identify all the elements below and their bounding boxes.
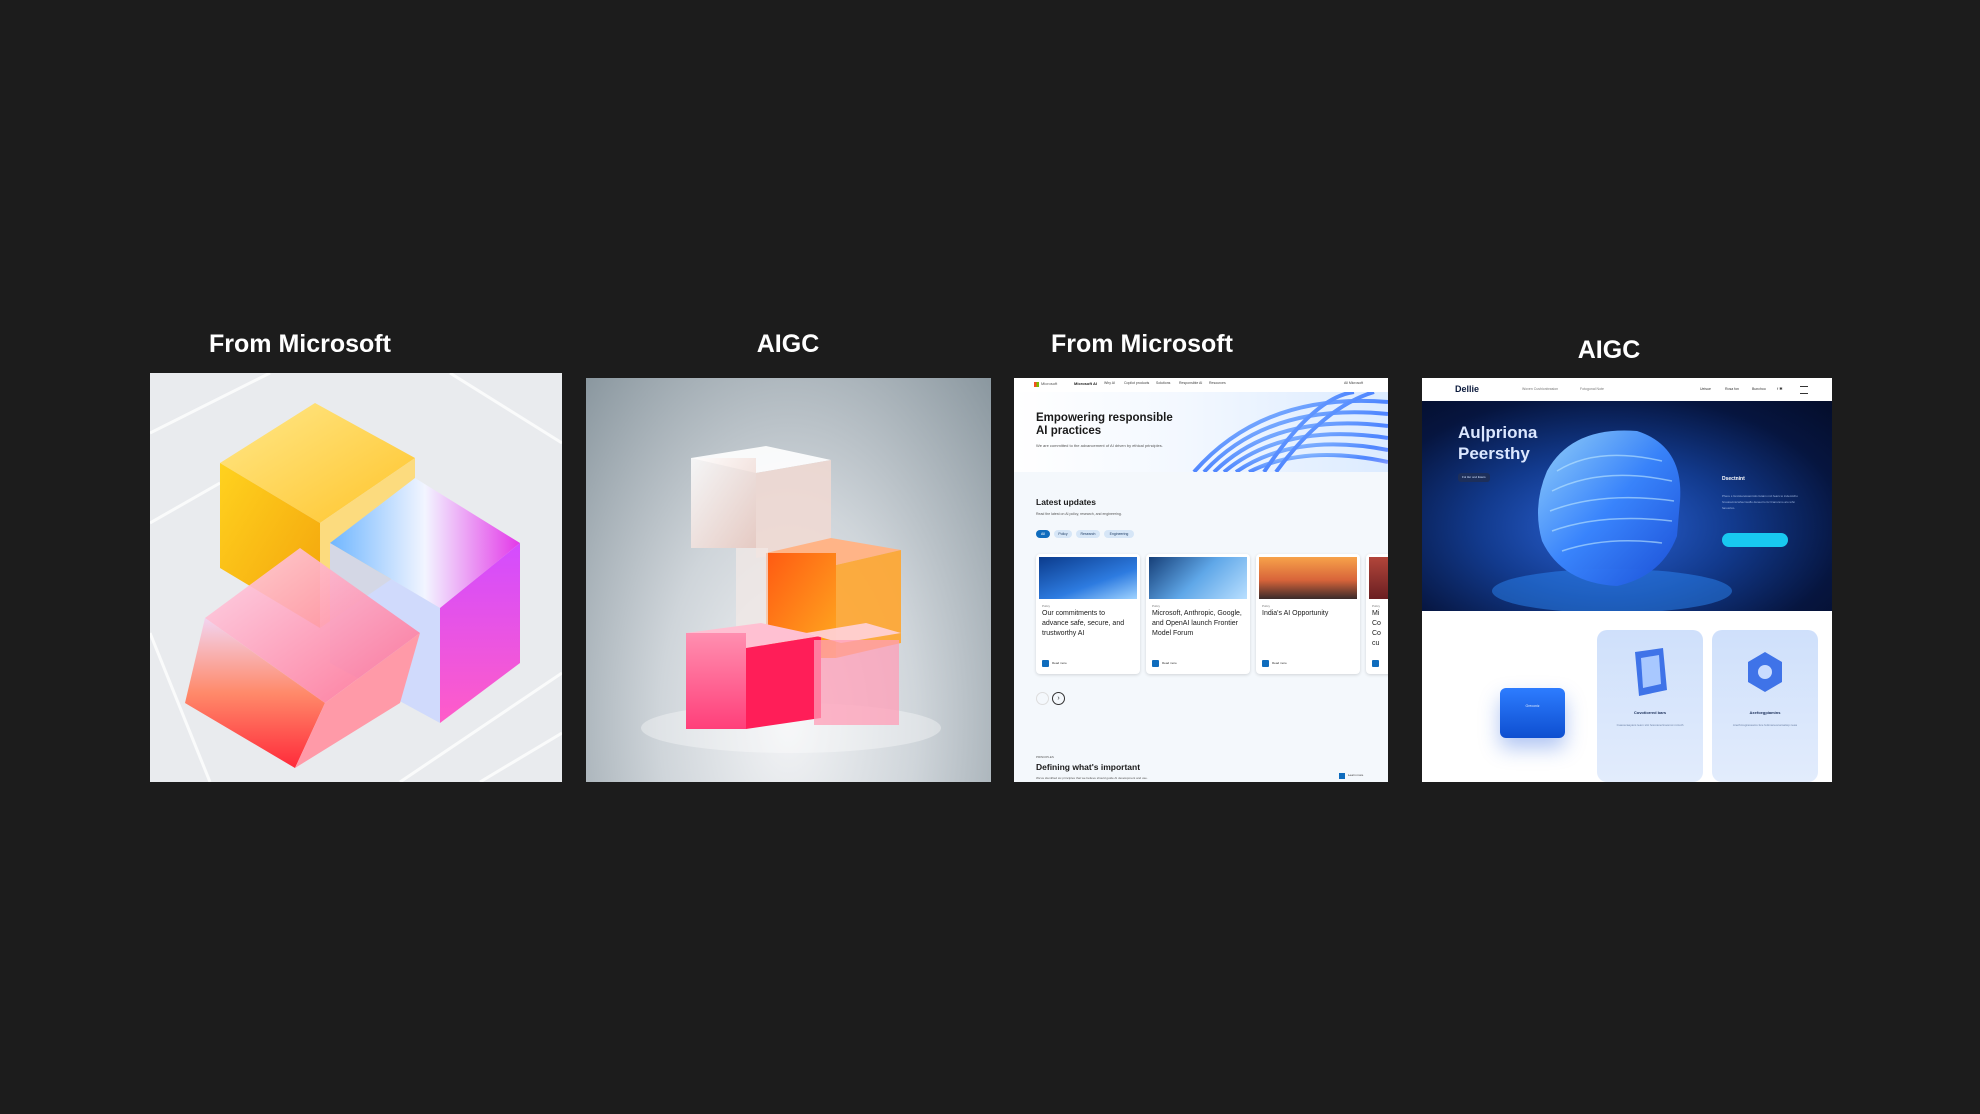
ms-section-label: PRINCIPLES xyxy=(1036,755,1054,759)
aigc-feature-card-title: Covotiorred bars xyxy=(1633,710,1667,715)
ms-section-cta-icon[interactable] xyxy=(1339,773,1345,779)
aigc-side-text: Phere s Grotstereloamrstis fetaim mct fe… xyxy=(1722,494,1798,510)
label-aigc-2: AIGC xyxy=(1577,336,1641,364)
card-image xyxy=(1259,557,1357,599)
card-tag: Policy xyxy=(1262,604,1271,608)
card-title: Our commitments to advance safe, secure,… xyxy=(1042,610,1125,637)
ms-nav-item-3[interactable]: Responsible AI xyxy=(1179,381,1202,385)
arrow-icon[interactable] xyxy=(1372,660,1379,667)
ms-section-cta[interactable]: Learn more xyxy=(1348,773,1363,777)
ms-nav-item-0[interactable]: Why AI xyxy=(1104,381,1115,385)
carousel-prev-icon[interactable] xyxy=(1036,692,1049,705)
ms-section-subtitle: We've identified six principles that we … xyxy=(1036,776,1148,780)
aigc-hero: Au|priona Peersthy Fol ifer ond listers … xyxy=(1422,401,1832,611)
card-cta[interactable]: Read more xyxy=(1272,661,1287,665)
card-cta[interactable]: Read more xyxy=(1052,661,1067,665)
aigc-nav-right-1[interactable]: Rosa fon xyxy=(1725,387,1739,391)
social-icons[interactable]: f ✱ xyxy=(1777,386,1783,391)
card-title: Microsoft, Anthropic, Google, and OpenAI… xyxy=(1152,610,1242,637)
microsoft-ai-page-screenshot: Microsoft Microsoft AI Why AI Copilot pr… xyxy=(1014,378,1388,782)
card-cta[interactable]: Read more xyxy=(1162,661,1177,665)
aigc-blue-card-title: Greconiz xyxy=(1525,704,1540,708)
hexagon-icon xyxy=(1748,652,1782,692)
ms-nav-item-4[interactable]: Resources xyxy=(1209,381,1226,385)
carousel-next-icon[interactable]: › xyxy=(1052,692,1065,705)
aigc-hero-title-2: Peersthy xyxy=(1458,444,1530,463)
chip-policy[interactable]: Policy xyxy=(1054,530,1072,538)
menu-icon[interactable] xyxy=(1800,386,1808,394)
card-image xyxy=(1369,557,1388,599)
cubes-illustration xyxy=(150,373,562,782)
aigc-feature-card-text: Cuacecaayans leam sttc fetocanertnaomot … xyxy=(1616,723,1684,727)
ms-section-title: Defining what's important xyxy=(1036,762,1141,772)
arrow-icon[interactable] xyxy=(1152,660,1159,667)
update-card[interactable]: Policy Our commitments to advance safe, … xyxy=(1036,554,1140,674)
update-card[interactable]: Policy Mi Co Co cu xyxy=(1366,554,1388,674)
card-tag: Policy xyxy=(1372,604,1381,608)
aigc-feature-card-title: Axefoegpiamins xyxy=(1749,710,1781,715)
crystal-icon xyxy=(1635,648,1667,696)
aigc-top-nav: Dellie Woven Cushionbrasion Fotogonal No… xyxy=(1422,378,1832,401)
ms-hero-subtitle: We are committed to the advancement of A… xyxy=(1036,443,1163,448)
card-tag: Policy xyxy=(1042,604,1051,608)
label-aigc-1: AIGC xyxy=(756,330,820,358)
aigc-feature-card[interactable]: Axefoegpiamins Anethmsgrassams ttce fett… xyxy=(1712,630,1818,782)
card-title: Mi Co Co cu xyxy=(1372,610,1381,647)
ms-brand[interactable]: Microsoft xyxy=(1041,381,1057,386)
ms-hero-title: Empowering responsible AI practices xyxy=(1036,412,1173,437)
aigc-cta-button[interactable] xyxy=(1722,533,1788,547)
card-tag: Policy xyxy=(1152,604,1161,608)
card-image xyxy=(1039,557,1137,599)
ms-updates-title: Latest updates xyxy=(1036,497,1096,507)
arrow-icon[interactable] xyxy=(1262,660,1269,667)
ms-nav-right[interactable]: All Microsoft xyxy=(1344,381,1363,385)
aigc-logo[interactable]: Dellie xyxy=(1455,384,1479,394)
label-microsoft-2: From Microsoft xyxy=(1051,330,1233,358)
update-card[interactable]: Policy Microsoft, Anthropic, Google, and… xyxy=(1146,554,1250,674)
arrow-icon[interactable] xyxy=(1042,660,1049,667)
chip-research[interactable]: Research xyxy=(1076,530,1100,538)
aigc-side-title: Dsectnint xyxy=(1722,476,1745,482)
aigc-hero-title-1: Au|priona xyxy=(1458,423,1538,442)
ms-top-nav: Microsoft Microsoft AI Why AI Copilot pr… xyxy=(1014,378,1388,393)
card-image xyxy=(1149,557,1247,599)
ms-updates-subtitle: Read the latest on AI policy, research, … xyxy=(1036,512,1122,516)
aigc-nav-right-0[interactable]: Ueisue xyxy=(1700,387,1711,391)
label-microsoft-1: From Microsoft xyxy=(209,330,391,358)
aigc-hero-button[interactable]: Fol ifer ond listers xyxy=(1458,473,1490,482)
aigc-nav-right-2[interactable]: Bunchoo xyxy=(1752,387,1766,391)
aigc-page-screenshot: Dellie Woven Cushionbrasion Fotogonal No… xyxy=(1422,378,1832,782)
update-card[interactable]: Policy India's AI Opportunity Read more xyxy=(1256,554,1360,674)
ms-nav-item-2[interactable]: Solutions xyxy=(1156,381,1170,385)
chip-all[interactable]: All xyxy=(1036,530,1050,538)
card-title: India's AI Opportunity xyxy=(1262,610,1329,617)
microsoft-cubes-image xyxy=(150,373,562,782)
ms-nav-item-1[interactable]: Copilot products xyxy=(1124,381,1149,385)
aigc-feature-card-text: Anethmsgrassams ttce fettmaneonamatwp ne… xyxy=(1732,723,1798,727)
aigc-cubes-image xyxy=(586,378,991,782)
stacked-cubes-illustration xyxy=(641,446,941,753)
aigc-feature-card[interactable]: Covotiorred bars Cuacecaayans leam sttc … xyxy=(1597,630,1703,782)
aigc-nav-center-0[interactable]: Woven Cushionbrasion xyxy=(1522,387,1558,391)
microsoft-logo-icon[interactable] xyxy=(1034,382,1039,387)
ms-product[interactable]: Microsoft AI xyxy=(1074,381,1097,386)
chip-engineering[interactable]: Engineering xyxy=(1104,530,1134,538)
aigc-nav-center-1[interactable]: Fotogonal Note xyxy=(1580,387,1604,391)
aigc-blue-card[interactable]: Greconiz xyxy=(1500,688,1565,738)
